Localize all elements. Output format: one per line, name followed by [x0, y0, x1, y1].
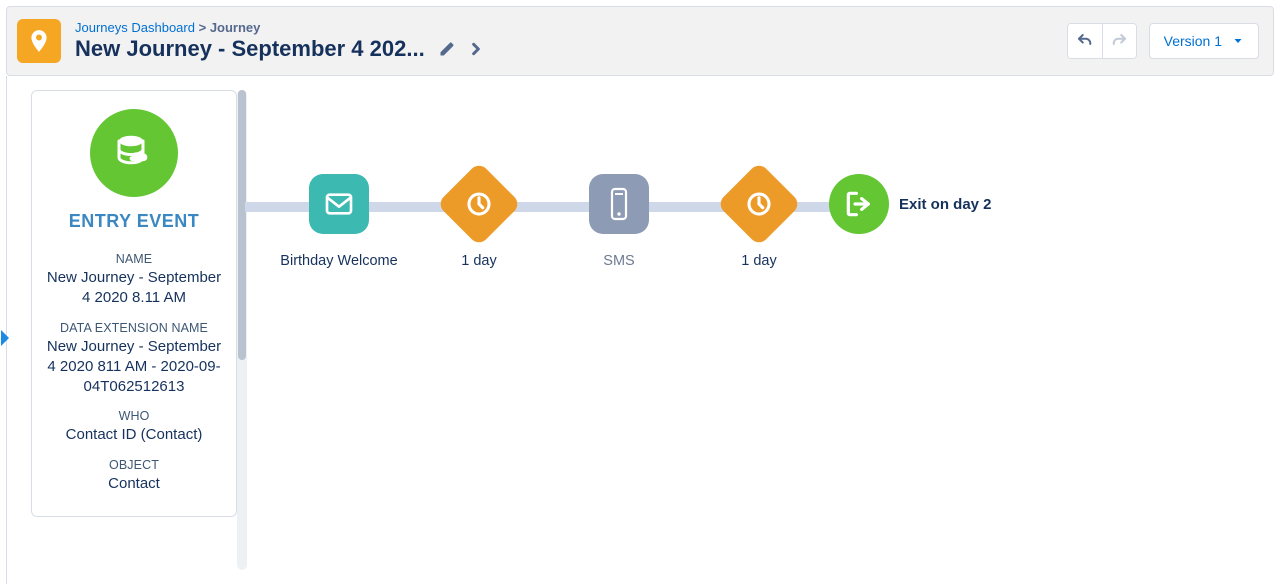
edit-title-button[interactable]: [439, 41, 455, 57]
title-block: Journeys Dashboard > Journey New Journey…: [75, 20, 483, 62]
breadcrumb-current: Journey: [210, 20, 261, 35]
caret-down-icon: [1232, 35, 1244, 47]
pencil-icon: [439, 41, 455, 57]
workspace: ENTRY EVENT NAME New Journey - September…: [6, 76, 1280, 584]
flow-step-label: 1 day: [461, 252, 496, 270]
journey-canvas[interactable]: Birthday Welcome 1 day: [237, 76, 1280, 270]
envelope-icon: [323, 188, 355, 220]
phone-icon: [606, 187, 632, 221]
entry-name-label: NAME: [44, 252, 224, 266]
version-label: Version 1: [1164, 33, 1222, 49]
flow-step-wait-1[interactable]: 1 day: [409, 140, 549, 270]
entry-who-label: WHO: [44, 409, 224, 423]
chevron-right-icon: [469, 42, 483, 56]
exit-activity-icon: [829, 174, 889, 234]
exit-label: Exit on day 2: [899, 196, 992, 213]
entry-dataext-value: New Journey - September 4 2020 811 AM - …: [44, 337, 224, 398]
undo-button[interactable]: [1068, 24, 1102, 58]
undo-icon: [1076, 32, 1094, 50]
flow-step-label: Birthday Welcome: [280, 252, 397, 270]
redo-icon: [1110, 32, 1128, 50]
wait-activity-icon: [717, 162, 802, 247]
journey-app-icon: [17, 19, 61, 63]
breadcrumb-dashboard-link[interactable]: Journeys Dashboard: [75, 20, 195, 35]
flow-step-wait-2[interactable]: 1 day: [689, 140, 829, 270]
breadcrumb-separator: >: [199, 20, 207, 35]
toolbar-right: Version 1: [1067, 23, 1259, 59]
entry-dataext-label: DATA EXTENSION NAME: [44, 321, 224, 335]
entry-who-value: Contact ID (Contact): [44, 425, 224, 445]
exit-icon: [843, 188, 875, 220]
entry-object-value: Contact: [44, 474, 224, 494]
entry-object-label: OBJECT: [44, 458, 224, 472]
undo-redo-group: [1067, 23, 1137, 59]
clock-icon: [744, 189, 774, 219]
pin-icon: [26, 28, 52, 54]
flow-step-label: SMS: [603, 252, 634, 270]
entry-event-icon: [90, 109, 178, 197]
wait-activity-icon: [437, 162, 522, 247]
breadcrumb: Journeys Dashboard > Journey: [75, 20, 483, 36]
entry-event-title: ENTRY EVENT: [44, 211, 224, 232]
version-dropdown[interactable]: Version 1: [1149, 23, 1259, 59]
entry-name-value: New Journey - September 4 2020 8.11 AM: [44, 268, 224, 309]
flow-exit[interactable]: Exit on day 2: [829, 140, 992, 234]
sms-activity-icon: [589, 174, 649, 234]
flow-step-email[interactable]: Birthday Welcome: [269, 140, 409, 270]
email-activity-icon: [309, 174, 369, 234]
redo-button: [1102, 24, 1136, 58]
flow-step-label: 1 day: [741, 252, 776, 270]
header-bar: Journeys Dashboard > Journey New Journey…: [6, 6, 1274, 76]
flow-step-sms[interactable]: SMS: [549, 140, 689, 270]
next-journey-button[interactable]: [469, 42, 483, 56]
journey-flow: Birthday Welcome 1 day: [245, 140, 1280, 270]
database-cloud-icon: [110, 129, 158, 177]
clock-icon: [464, 189, 494, 219]
journey-title: New Journey - September 4 202...: [75, 36, 425, 62]
sidebar-wrap: ENTRY EVENT NAME New Journey - September…: [7, 76, 237, 517]
entry-event-panel[interactable]: ENTRY EVENT NAME New Journey - September…: [31, 90, 237, 517]
